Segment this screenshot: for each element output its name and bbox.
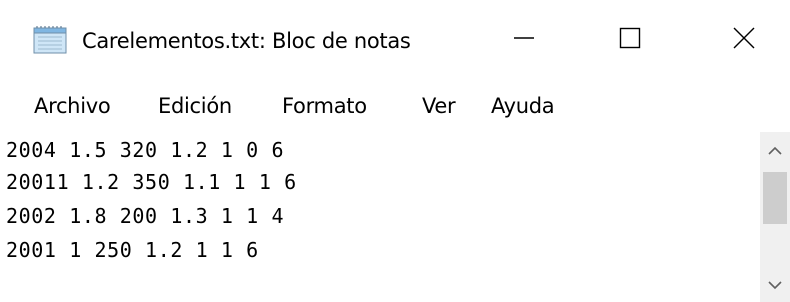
- text-line: 20011 1.2 350 1.1 1 1 6: [6, 170, 297, 194]
- title-bar[interactable]: Carelementos.txt: Bloc de notas: [0, 0, 790, 80]
- menu-formato[interactable]: Formato: [282, 94, 367, 118]
- text-line: 2001 1 250 1.2 1 1 6: [6, 238, 259, 262]
- chevron-up-icon: [768, 141, 782, 160]
- menu-edicion[interactable]: Edición: [158, 94, 232, 118]
- notepad-window: Carelementos.txt: Bloc de notas Archivo …: [0, 0, 790, 302]
- minimize-button[interactable]: [494, 20, 554, 60]
- minimize-icon: [513, 27, 535, 53]
- notepad-icon: [33, 26, 67, 54]
- text-line: 2002 1.8 200 1.3 1 1 4: [6, 204, 285, 228]
- text-editor[interactable]: 2004 1.5 320 1.2 1 0 6 20011 1.2 350 1.1…: [0, 132, 760, 302]
- vertical-scrollbar[interactable]: [760, 132, 790, 302]
- menu-bar: Archivo Edición Formato Ver Ayuda: [0, 86, 790, 130]
- text-line: 2004 1.5 320 1.2 1 0 6: [6, 138, 285, 162]
- menu-ver[interactable]: Ver: [422, 94, 456, 118]
- scroll-thumb[interactable]: [763, 172, 787, 224]
- chevron-down-icon: [768, 275, 782, 294]
- close-button[interactable]: [714, 20, 774, 60]
- maximize-icon: [619, 27, 641, 53]
- menu-archivo[interactable]: Archivo: [34, 94, 111, 118]
- close-icon: [732, 26, 756, 54]
- window-title: Carelementos.txt: Bloc de notas: [82, 29, 411, 53]
- scroll-up-button[interactable]: [760, 132, 790, 168]
- menu-ayuda[interactable]: Ayuda: [491, 94, 555, 118]
- scroll-down-button[interactable]: [760, 266, 790, 302]
- maximize-button[interactable]: [600, 20, 660, 60]
